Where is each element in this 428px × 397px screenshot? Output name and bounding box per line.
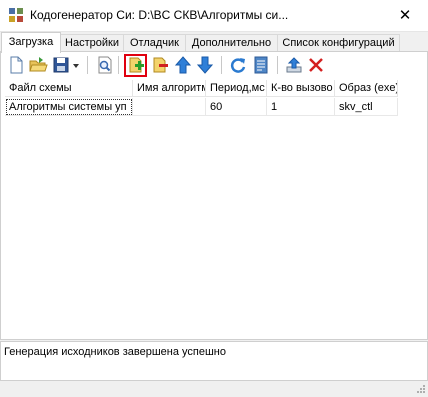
tab-config-list[interactable]: Список конфигураций xyxy=(277,34,400,52)
toolbar xyxy=(4,53,424,78)
status-message: Генерация исходников завершена успешно xyxy=(4,346,226,358)
schemes-table: Файл схемы Имя алгоритм Период,мс К-во в… xyxy=(5,80,398,120)
delete-icon[interactable] xyxy=(306,55,326,75)
status-log[interactable]: Генерация исходников завершена успешно xyxy=(0,341,428,381)
table-cell-image-exe[interactable]: skv_ctl xyxy=(335,98,398,116)
column-header-call-count[interactable]: К-во вызово xyxy=(267,80,335,97)
tab-settings[interactable]: Настройки xyxy=(60,34,124,52)
resize-grip-icon[interactable] xyxy=(416,384,426,394)
tab-additional[interactable]: Дополнительно xyxy=(185,34,278,52)
move-up-icon[interactable] xyxy=(173,55,193,75)
table-cell-algorithm-name[interactable] xyxy=(133,98,206,116)
open-folder-icon[interactable] xyxy=(28,55,48,75)
toolbar-separator xyxy=(221,56,222,74)
new-file-icon[interactable] xyxy=(6,55,26,75)
column-header-algorithm-name[interactable]: Имя алгоритм xyxy=(133,80,206,97)
close-button[interactable]: ✕ xyxy=(382,0,428,31)
report-icon[interactable] xyxy=(251,55,271,75)
table-cell-period[interactable]: 60 xyxy=(206,98,267,116)
status-bar xyxy=(0,381,428,396)
tab-load[interactable]: Загрузка xyxy=(1,32,61,53)
table-cell-call-count[interactable]: 1 xyxy=(267,98,335,116)
table-cell-scheme-file[interactable]: Алгоритмы системы уп xyxy=(5,98,133,116)
highlight-box xyxy=(124,54,147,77)
column-header-period[interactable]: Период,мс xyxy=(206,80,267,97)
title-bar: Кодогенератор Си: D:\BC СКВ\Алгоритмы си… xyxy=(0,0,428,32)
column-header-scheme-file[interactable]: Файл схемы xyxy=(5,80,133,97)
toolbar-separator xyxy=(277,56,278,74)
refresh-icon[interactable] xyxy=(228,55,248,75)
column-header-image-exe[interactable]: Образ (exe) xyxy=(335,80,398,97)
save-icon[interactable] xyxy=(51,55,71,75)
remove-scheme-icon[interactable] xyxy=(150,55,170,75)
toolbar-separator xyxy=(118,56,119,74)
toolbar-separator xyxy=(87,56,88,74)
window-title: Кодогенератор Си: D:\BC СКВ\Алгоритмы си… xyxy=(30,8,289,22)
save-dropdown-icon[interactable] xyxy=(70,55,82,75)
tab-strip: Загрузка Настройки Отладчик Дополнительн… xyxy=(0,32,428,53)
tab-debugger[interactable]: Отладчик xyxy=(123,34,186,52)
export-icon[interactable] xyxy=(284,55,304,75)
app-grid-icon xyxy=(8,7,24,23)
move-down-icon[interactable] xyxy=(195,55,215,75)
preview-icon[interactable] xyxy=(94,55,114,75)
